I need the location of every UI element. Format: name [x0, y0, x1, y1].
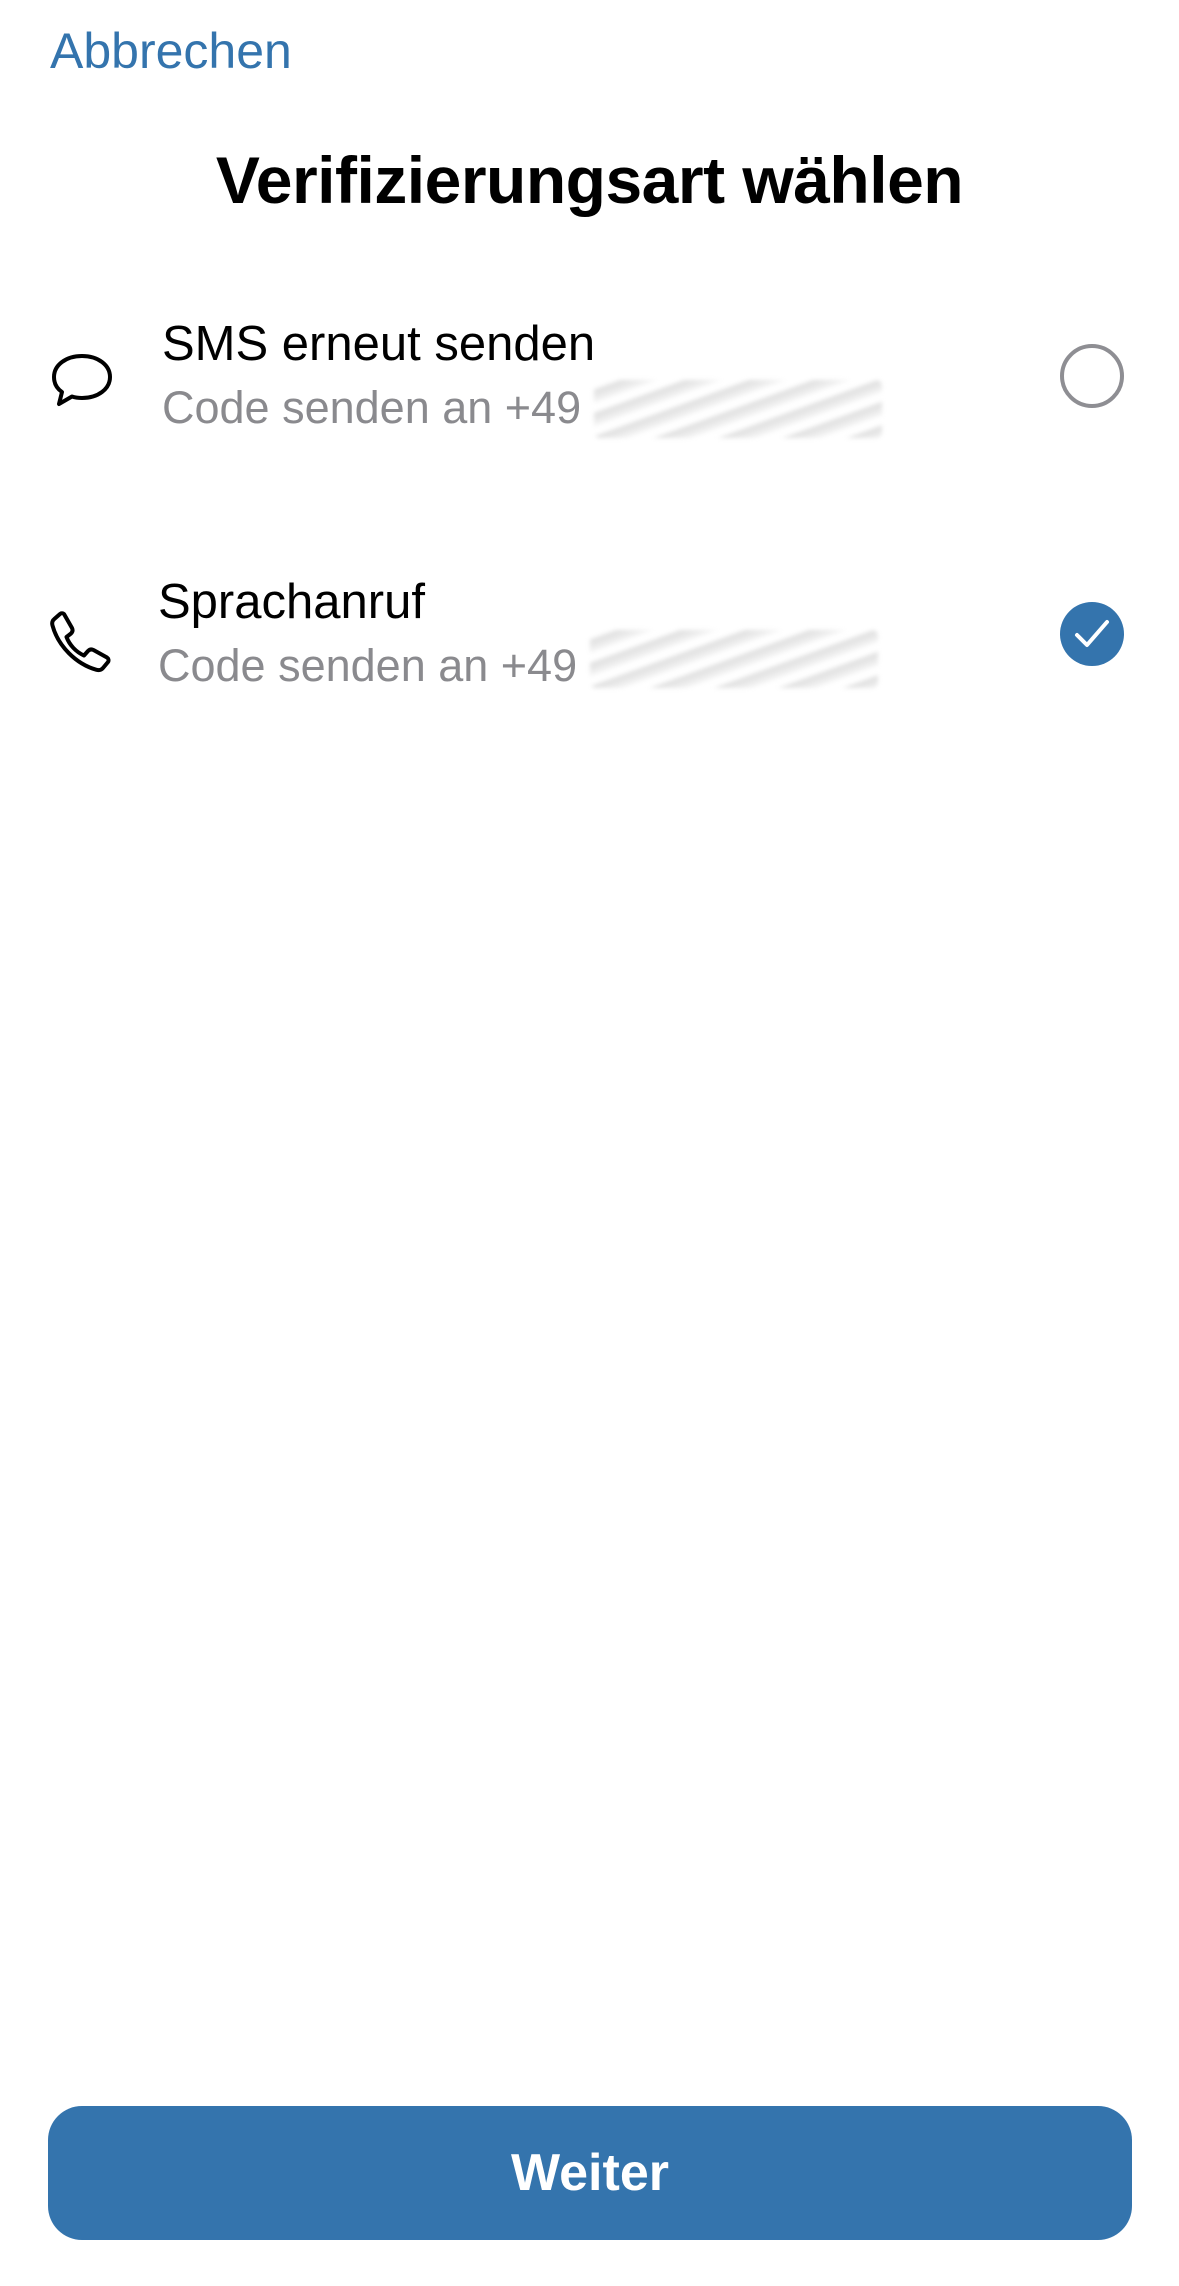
checkmark-icon: [1075, 620, 1109, 647]
continue-button[interactable]: Weiter: [48, 2106, 1132, 2240]
option-sms[interactable]: SMS erneut senden Code senden an +49: [0, 300, 1179, 480]
cancel-button[interactable]: Abbrechen: [50, 18, 292, 84]
option-voice-call[interactable]: Sprachanruf Code senden an +49: [0, 558, 1179, 738]
radio-unselected[interactable]: [1060, 344, 1124, 408]
option-label: Sprachanruf: [158, 575, 425, 629]
radio-selected[interactable]: [1060, 602, 1124, 666]
page-title: Verifizierungsart wählen: [215, 143, 964, 217]
option-subtitle: Code senden an +49: [158, 640, 578, 691]
chat-bubble-icon: [46, 344, 118, 416]
option-label: SMS erneut senden: [162, 317, 596, 371]
redacted-phone-number: [590, 630, 878, 688]
phone-icon: [44, 606, 116, 678]
option-subtitle: Code senden an +49: [162, 382, 582, 433]
redacted-phone-number: [594, 380, 882, 438]
